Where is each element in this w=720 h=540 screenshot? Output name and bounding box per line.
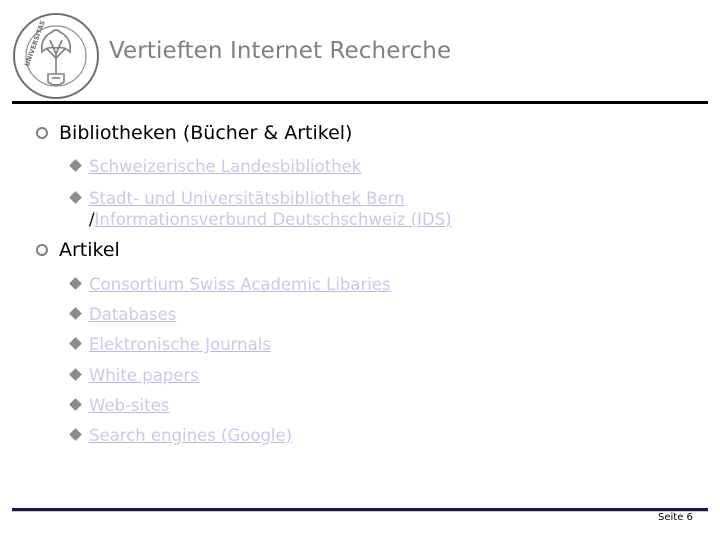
section-heading-text: Artikel: [59, 239, 120, 261]
list-item: Web-sites: [69, 395, 169, 416]
diamond-bullet-icon: [69, 368, 82, 381]
header-divider: [12, 101, 708, 104]
list-item: Search engines (Google): [69, 425, 292, 446]
diamond-bullet-icon: [69, 277, 82, 290]
page-number: Seite 6: [658, 512, 693, 523]
link-elektronische-journals[interactable]: Elektronische Journals: [89, 335, 271, 354]
diamond-bullet-icon: [69, 159, 82, 172]
diamond-bullet-icon: [69, 191, 82, 204]
section-heading-artikel: Artikel: [36, 239, 120, 261]
diamond-bullet-icon: [69, 398, 82, 411]
section-heading-text: Bibliotheken (Bücher & Artikel): [59, 122, 353, 144]
link-web-sites[interactable]: Web-sites: [89, 396, 169, 415]
footer-divider: [12, 508, 708, 512]
link-white-papers[interactable]: White papers: [89, 366, 199, 385]
link-stadt-und-universitaetsbibliothek-bern[interactable]: Stadt- und Universitätsbibliothek Bern: [89, 189, 405, 208]
link-schweizerische-landesbibliothek[interactable]: Schweizerische Landesbibliothek: [89, 157, 361, 176]
diamond-bullet-icon: [69, 307, 82, 320]
list-item: Schweizerische Landesbibliothek: [69, 156, 361, 177]
list-item: Databases: [69, 304, 176, 325]
link-informationsverbund-deutschschweiz[interactable]: Informationsverbund Deutschschweiz (IDS): [95, 210, 452, 229]
diamond-bullet-icon: [69, 337, 82, 350]
list-item: White papers: [69, 365, 199, 386]
link-consortium-swiss-academic-libaries[interactable]: Consortium Swiss Academic Libaries: [89, 275, 391, 294]
slide-title: Vertieften Internet Recherche: [109, 38, 452, 64]
circle-bullet-icon: [36, 244, 48, 256]
list-item: Elektronische Journals: [69, 334, 271, 355]
diamond-bullet-icon: [69, 428, 82, 441]
list-item: Consortium Swiss Academic Libaries: [69, 274, 391, 295]
link-search-engines-google[interactable]: Search engines (Google): [89, 426, 292, 445]
circle-bullet-icon: [36, 127, 48, 139]
university-seal-logo: UNIVERSITAS BERNENSIS: [13, 13, 99, 99]
section-heading-bibliotheken: Bibliotheken (Bücher & Artikel): [36, 122, 352, 144]
list-item: Stadt- und Universitätsbibliothek Bern /…: [69, 188, 452, 230]
link-databases[interactable]: Databases: [89, 305, 176, 324]
